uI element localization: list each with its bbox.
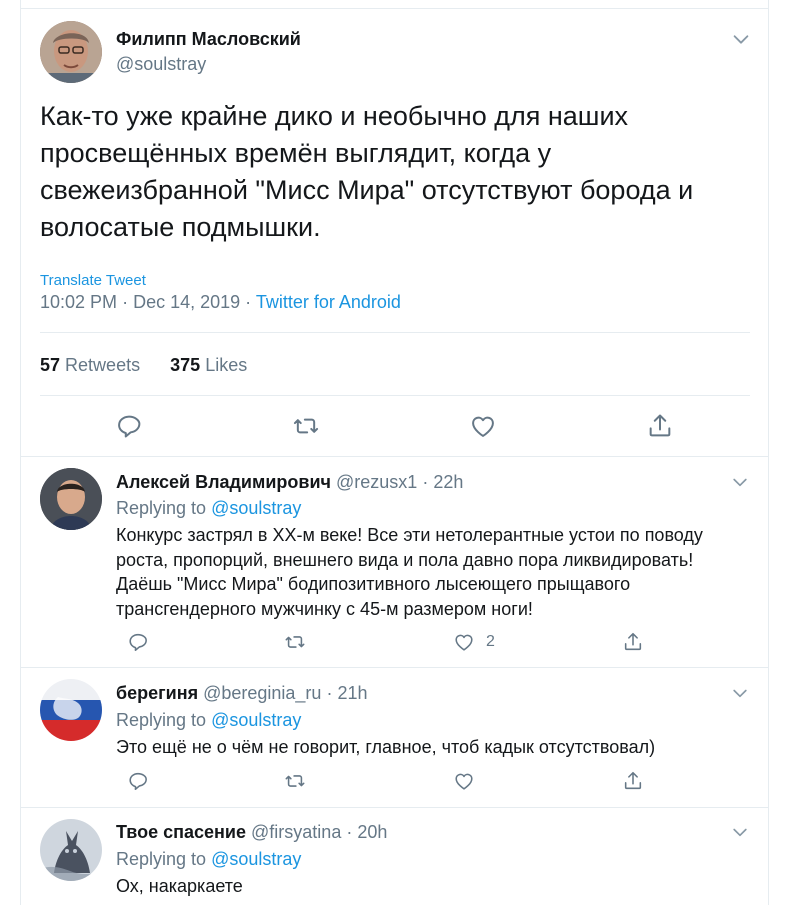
chevron-down-icon[interactable]: [730, 822, 750, 842]
meta-separator: ·: [326, 683, 333, 703]
chevron-down-icon[interactable]: [730, 28, 752, 50]
like-icon[interactable]: [453, 631, 475, 653]
reply-header: Алексей Владимирович @rezusx1 · 22h: [116, 472, 463, 493]
retweets-stat[interactable]: 57 Retweets: [40, 355, 140, 375]
reply-icon[interactable]: [127, 770, 149, 792]
meta-separator: ·: [122, 292, 129, 312]
replying-label: Replying to: [116, 710, 207, 730]
chevron-down-icon[interactable]: [730, 683, 750, 703]
likes-count: 375: [170, 355, 201, 375]
tweet-source-link[interactable]: Twitter for Android: [256, 292, 401, 312]
retweet-icon[interactable]: [284, 770, 306, 792]
replying-handle-link[interactable]: @soulstray: [211, 498, 301, 518]
divider: [21, 456, 768, 457]
divider: [21, 667, 768, 668]
likes-label: Likes: [205, 355, 248, 375]
meta-separator: ·: [346, 822, 353, 842]
tweet-time[interactable]: 10:02 PM: [40, 292, 117, 312]
reply-text: Конкурс застрял в ХХ-м веке! Все эти нет…: [116, 525, 703, 619]
tweet-date[interactable]: Dec 14, 2019: [133, 292, 240, 312]
replying-label: Replying to: [116, 498, 207, 518]
replying-to: Replying to @soulstray: [116, 498, 301, 519]
reply-icon[interactable]: [127, 631, 149, 653]
translate-tweet-link[interactable]: Translate Tweet: [40, 272, 146, 289]
retweet-icon[interactable]: [284, 631, 306, 653]
share-icon[interactable]: [622, 631, 644, 653]
reply-age[interactable]: 22h: [433, 472, 463, 492]
author-handle[interactable]: @soulstray: [116, 54, 206, 75]
reply-text: Ох, накаркаете: [116, 876, 243, 896]
share-icon[interactable]: [646, 412, 674, 440]
retweets-count: 57: [40, 355, 61, 375]
divider: [21, 807, 768, 808]
author-name[interactable]: Филипп Масловский: [116, 29, 301, 50]
avatar[interactable]: [40, 468, 102, 530]
replying-handle-link[interactable]: @soulstray: [211, 710, 301, 730]
divider: [40, 395, 750, 396]
tweet-stats: 57 Retweets 375 Likes: [40, 355, 247, 376]
reply-age[interactable]: 20h: [357, 822, 387, 842]
retweet-icon[interactable]: [292, 412, 320, 440]
reply-author-name[interactable]: Алексей Владимирович: [116, 472, 331, 492]
avatar[interactable]: [40, 679, 102, 741]
retweets-label: Retweets: [65, 355, 141, 375]
reply-header: Твое спасение @firsyatina · 20h: [116, 822, 387, 843]
replying-to: Replying to @soulstray: [116, 710, 301, 731]
likes-stat[interactable]: 375 Likes: [170, 355, 247, 375]
reply-author-handle[interactable]: @firsyatina: [251, 822, 341, 842]
share-icon[interactable]: [622, 770, 644, 792]
avatar[interactable]: [40, 819, 102, 881]
replying-to: Replying to @soulstray: [116, 849, 301, 870]
reply-author-name[interactable]: берегиня: [116, 683, 198, 703]
reply-text: Это ещё не о чём не говорит, главное, чт…: [116, 737, 656, 757]
reply-header: берегиня @bereginia_ru · 21h: [116, 683, 368, 704]
reply-author-name[interactable]: Твое спасение: [116, 822, 246, 842]
like-count: 2: [486, 633, 495, 650]
like-icon[interactable]: [469, 412, 497, 440]
chevron-down-icon[interactable]: [730, 472, 750, 492]
replying-handle-link[interactable]: @soulstray: [211, 849, 301, 869]
divider: [40, 332, 750, 333]
avatar[interactable]: [40, 21, 102, 83]
meta-separator: ·: [245, 292, 252, 312]
tweet-meta: 10:02 PM · Dec 14, 2019 · Twitter for An…: [40, 292, 401, 313]
reply-author-handle[interactable]: @rezusx1: [336, 472, 417, 492]
like-icon[interactable]: [453, 770, 475, 792]
reply-age[interactable]: 21h: [337, 683, 367, 703]
reply-author-handle[interactable]: @bereginia_ru: [203, 683, 321, 703]
top-border: [21, 8, 768, 9]
meta-separator: ·: [422, 472, 429, 492]
tweet-text: Как-то уже крайне дико и необычно для на…: [40, 101, 694, 242]
tweet-thread: Филипп Масловский @soulstray Как-то уже …: [20, 0, 769, 905]
reply-icon[interactable]: [115, 412, 143, 440]
replying-label: Replying to: [116, 849, 207, 869]
